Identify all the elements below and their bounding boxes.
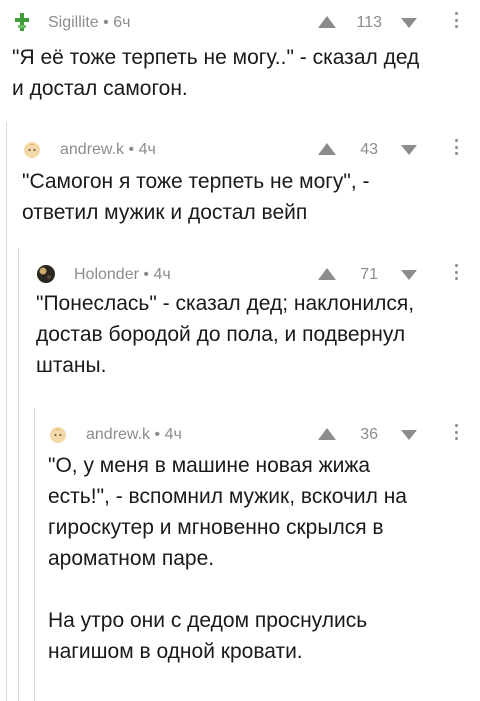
comment-andrew-k-2: andrew.k • 4ч 36 "О, у меня в машине нов… bbox=[48, 422, 472, 697]
more-options-icon[interactable] bbox=[453, 264, 459, 282]
comment-time: 4ч bbox=[138, 141, 156, 158]
author-link[interactable]: Holonder • 4ч bbox=[74, 266, 171, 284]
author-link[interactable]: Sigillite • 6ч bbox=[48, 14, 130, 32]
thread-line-level-2 bbox=[18, 248, 19, 701]
upvote-icon[interactable] bbox=[317, 142, 337, 156]
author-link[interactable]: andrew.k • 4ч bbox=[60, 141, 156, 159]
comment-sigillite: Sigillite • 6ч 113 "Я её тоже терпеть не… bbox=[10, 10, 470, 110]
comment-score: 113 bbox=[356, 14, 382, 31]
comment-andrew-k-1: andrew.k • 4ч 43 "Самогон я тоже терпеть… bbox=[22, 137, 472, 237]
text-line: достав бородой до пола, и подвернул bbox=[36, 323, 406, 346]
downvote-icon[interactable] bbox=[400, 429, 418, 441]
text-line: "Самогон я тоже терпеть не могу", - bbox=[22, 170, 370, 193]
comment-text: "Самогон я тоже терпеть не могу", - отве… bbox=[22, 166, 468, 228]
green-cross-icon[interactable] bbox=[12, 12, 32, 32]
comment-time: 4ч bbox=[164, 426, 182, 443]
comment-holonder: Holonder • 4ч 71 "Понеслась" - сказал де… bbox=[36, 262, 472, 392]
more-options-icon[interactable] bbox=[453, 12, 459, 30]
downvote-icon[interactable] bbox=[400, 269, 418, 281]
downvote-icon[interactable] bbox=[400, 144, 418, 156]
comment-time: 4ч bbox=[153, 266, 171, 283]
thread-line-level-1 bbox=[6, 122, 7, 701]
text-line: "О, у меня в машине новая жижа bbox=[48, 454, 371, 477]
author-name[interactable]: andrew.k bbox=[86, 426, 150, 443]
more-options-icon[interactable] bbox=[453, 139, 459, 157]
upvote-icon[interactable] bbox=[317, 15, 337, 29]
comment-score: 43 bbox=[360, 141, 378, 158]
comment-header: Sigillite • 6ч 113 bbox=[10, 10, 470, 36]
author-link[interactable]: andrew.k • 4ч bbox=[86, 426, 182, 444]
face-avatar-icon[interactable] bbox=[22, 139, 42, 159]
text-line: штаны. bbox=[36, 354, 107, 377]
thread-line-level-3 bbox=[34, 408, 35, 701]
meta-separator: • bbox=[154, 426, 161, 443]
meta-separator: • bbox=[143, 266, 149, 283]
text-line: есть!", - вспомнил мужик, вскочил на bbox=[48, 485, 407, 508]
upvote-icon[interactable] bbox=[317, 427, 337, 441]
text-line: "Я её тоже терпеть не могу.." - сказал д… bbox=[12, 46, 420, 69]
author-name[interactable]: andrew.k bbox=[60, 141, 124, 158]
comment-text: "О, у меня в машине новая жижа есть!", -… bbox=[48, 450, 472, 667]
comment-text: "Понеслась" - сказал дед; наклонился, до… bbox=[36, 288, 472, 381]
meta-separator: • bbox=[103, 14, 109, 31]
downvote-icon[interactable] bbox=[400, 17, 418, 29]
comment-text: "Я её тоже терпеть не могу.." - сказал д… bbox=[12, 42, 470, 104]
text-line: нагишом в одной кровати. bbox=[48, 640, 303, 663]
comment-header: Holonder • 4ч 71 bbox=[36, 262, 472, 288]
comment-header: andrew.k • 4ч 43 bbox=[22, 137, 472, 163]
text-line: и достал самогон. bbox=[12, 77, 188, 100]
text-line: ароматном паре. bbox=[48, 547, 215, 570]
face-avatar-icon[interactable] bbox=[48, 424, 68, 444]
text-line: "Понеслась" - сказал дед; наклонился, bbox=[36, 292, 415, 315]
text-line: На утро они с дедом проснулись bbox=[48, 609, 368, 632]
text-line: гироскутер и мгновенно скрылся в bbox=[48, 516, 384, 539]
comment-header: andrew.k • 4ч 36 bbox=[48, 422, 472, 448]
more-options-icon[interactable] bbox=[453, 424, 459, 442]
author-name[interactable]: Holonder bbox=[74, 266, 139, 283]
comment-score: 71 bbox=[360, 266, 378, 283]
author-name[interactable]: Sigillite bbox=[48, 14, 99, 31]
dark-planet-avatar-icon[interactable] bbox=[36, 264, 56, 284]
text-line: ответил мужик и достал вейп bbox=[22, 201, 308, 224]
meta-separator: • bbox=[128, 141, 135, 158]
comment-score: 36 bbox=[360, 426, 378, 443]
upvote-icon[interactable] bbox=[317, 267, 337, 281]
comment-time: 6ч bbox=[113, 14, 131, 31]
